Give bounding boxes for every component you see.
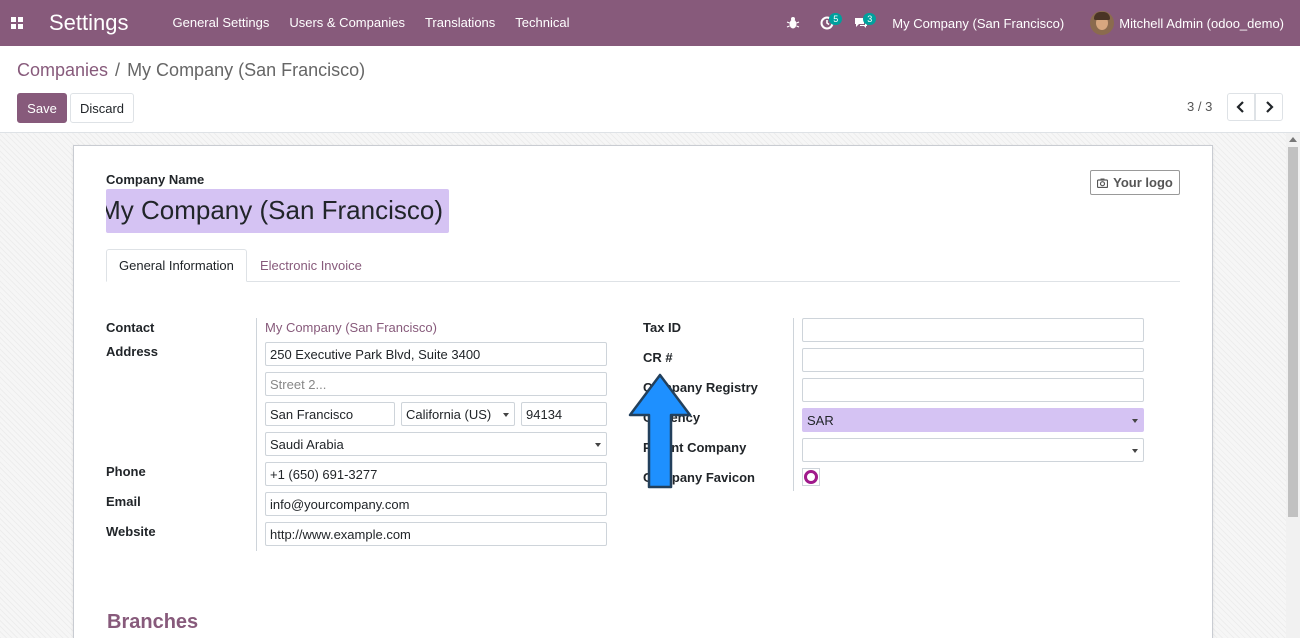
- user-name: Mitchell Admin (odoo_demo): [1119, 15, 1284, 31]
- street-input[interactable]: 250 Executive Park Blvd, Suite 3400: [265, 342, 607, 366]
- debug-bug-icon[interactable]: [776, 0, 810, 46]
- apps-menu-icon[interactable]: [0, 0, 34, 46]
- activity-count-badge: 5: [829, 13, 843, 25]
- app-name[interactable]: Settings: [49, 10, 129, 36]
- tax-id-input[interactable]: [802, 318, 1144, 342]
- menu-translations[interactable]: Translations: [415, 0, 505, 46]
- country-select[interactable]: Saudi Arabia: [265, 432, 607, 456]
- caret-down-icon: [503, 413, 509, 417]
- pager-previous-button[interactable]: [1227, 93, 1255, 121]
- your-logo-label: Your logo: [1113, 175, 1173, 190]
- country-value: Saudi Arabia: [270, 436, 344, 452]
- systray: 5 3 My Company (San Francisco) Mitchell …: [776, 0, 1300, 46]
- parent-company-select[interactable]: [802, 438, 1144, 462]
- top-navbar: Settings General Settings Users & Compan…: [0, 0, 1300, 46]
- city-input[interactable]: San Francisco: [265, 402, 395, 426]
- cr-label: CR #: [643, 350, 673, 365]
- contact-label: Contact: [106, 320, 155, 335]
- company-name-input[interactable]: My Company (San Francisco): [106, 189, 449, 233]
- main-menu: General Settings Users & Companies Trans…: [163, 0, 580, 46]
- branches-heading: Branches: [107, 611, 199, 633]
- tab-general-information[interactable]: General Information: [106, 249, 247, 282]
- address-label: Address: [106, 344, 159, 359]
- camera-icon: [1097, 178, 1109, 188]
- right-group-separator: [793, 318, 794, 491]
- currency-select[interactable]: SAR: [802, 408, 1144, 432]
- email-label: Email: [106, 494, 141, 509]
- menu-users-companies[interactable]: Users & Companies: [279, 0, 415, 46]
- messages-count-badge: 3: [863, 13, 877, 25]
- state-select[interactable]: California (US): [401, 402, 515, 426]
- menu-technical[interactable]: Technical: [505, 0, 579, 46]
- caret-down-icon: [1132, 419, 1138, 423]
- caret-down-icon: [1132, 449, 1138, 453]
- state-value: California (US): [406, 406, 492, 422]
- email-input[interactable]: info@yourcompany.com: [265, 492, 607, 516]
- save-button[interactable]: Save: [17, 93, 67, 123]
- breadcrumb-separator: /: [115, 60, 121, 80]
- tab-electronic-invoice[interactable]: Electronic Invoice: [248, 249, 374, 282]
- chevron-left-icon: [1236, 101, 1244, 113]
- avatar: [1090, 11, 1115, 35]
- website-input[interactable]: http://www.example.com: [265, 522, 607, 546]
- scrollbar-thumb[interactable]: [1288, 147, 1298, 517]
- chevron-right-icon: [1266, 101, 1274, 113]
- phone-input[interactable]: +1 (650) 691-3277: [265, 462, 607, 486]
- company-switcher[interactable]: My Company (San Francisco): [878, 16, 1078, 31]
- cr-input[interactable]: [802, 348, 1144, 372]
- your-logo-button[interactable]: Your logo: [1090, 170, 1180, 195]
- street2-input[interactable]: Street 2...: [265, 372, 607, 396]
- website-label: Website: [106, 524, 156, 539]
- discard-button[interactable]: Discard: [70, 93, 134, 123]
- breadcrumb-companies-link[interactable]: Companies: [17, 60, 108, 81]
- pager-value[interactable]: 3 / 3: [1187, 99, 1212, 114]
- breadcrumb: Companies / My Company (San Francisco): [17, 60, 365, 81]
- company-name-value: My Company (San Francisco): [106, 195, 443, 225]
- pager-next-button[interactable]: [1255, 93, 1283, 121]
- menu-general-settings[interactable]: General Settings: [163, 0, 280, 46]
- caret-down-icon: [595, 443, 601, 447]
- messages-chat-icon[interactable]: 3: [844, 0, 878, 46]
- user-menu[interactable]: Mitchell Admin (odoo_demo): [1078, 11, 1300, 35]
- pointer-arrow-icon: [628, 373, 692, 489]
- favicon-ring-icon: [804, 470, 818, 484]
- zip-input[interactable]: 94134: [521, 402, 607, 426]
- contact-link[interactable]: My Company (San Francisco): [265, 320, 437, 335]
- tax-id-label: Tax ID: [643, 320, 682, 335]
- activity-clock-icon[interactable]: 5: [810, 0, 844, 46]
- company-name-label: Company Name: [106, 172, 205, 187]
- phone-label: Phone: [106, 464, 146, 479]
- scroll-up-arrow-icon[interactable]: [1289, 137, 1297, 142]
- company-registry-input[interactable]: [802, 378, 1144, 402]
- left-group-separator: [256, 318, 257, 551]
- company-favicon-image[interactable]: [802, 468, 820, 486]
- vertical-scrollbar[interactable]: [1286, 133, 1300, 638]
- currency-value: SAR: [807, 412, 834, 428]
- breadcrumb-current: My Company (San Francisco): [127, 60, 366, 80]
